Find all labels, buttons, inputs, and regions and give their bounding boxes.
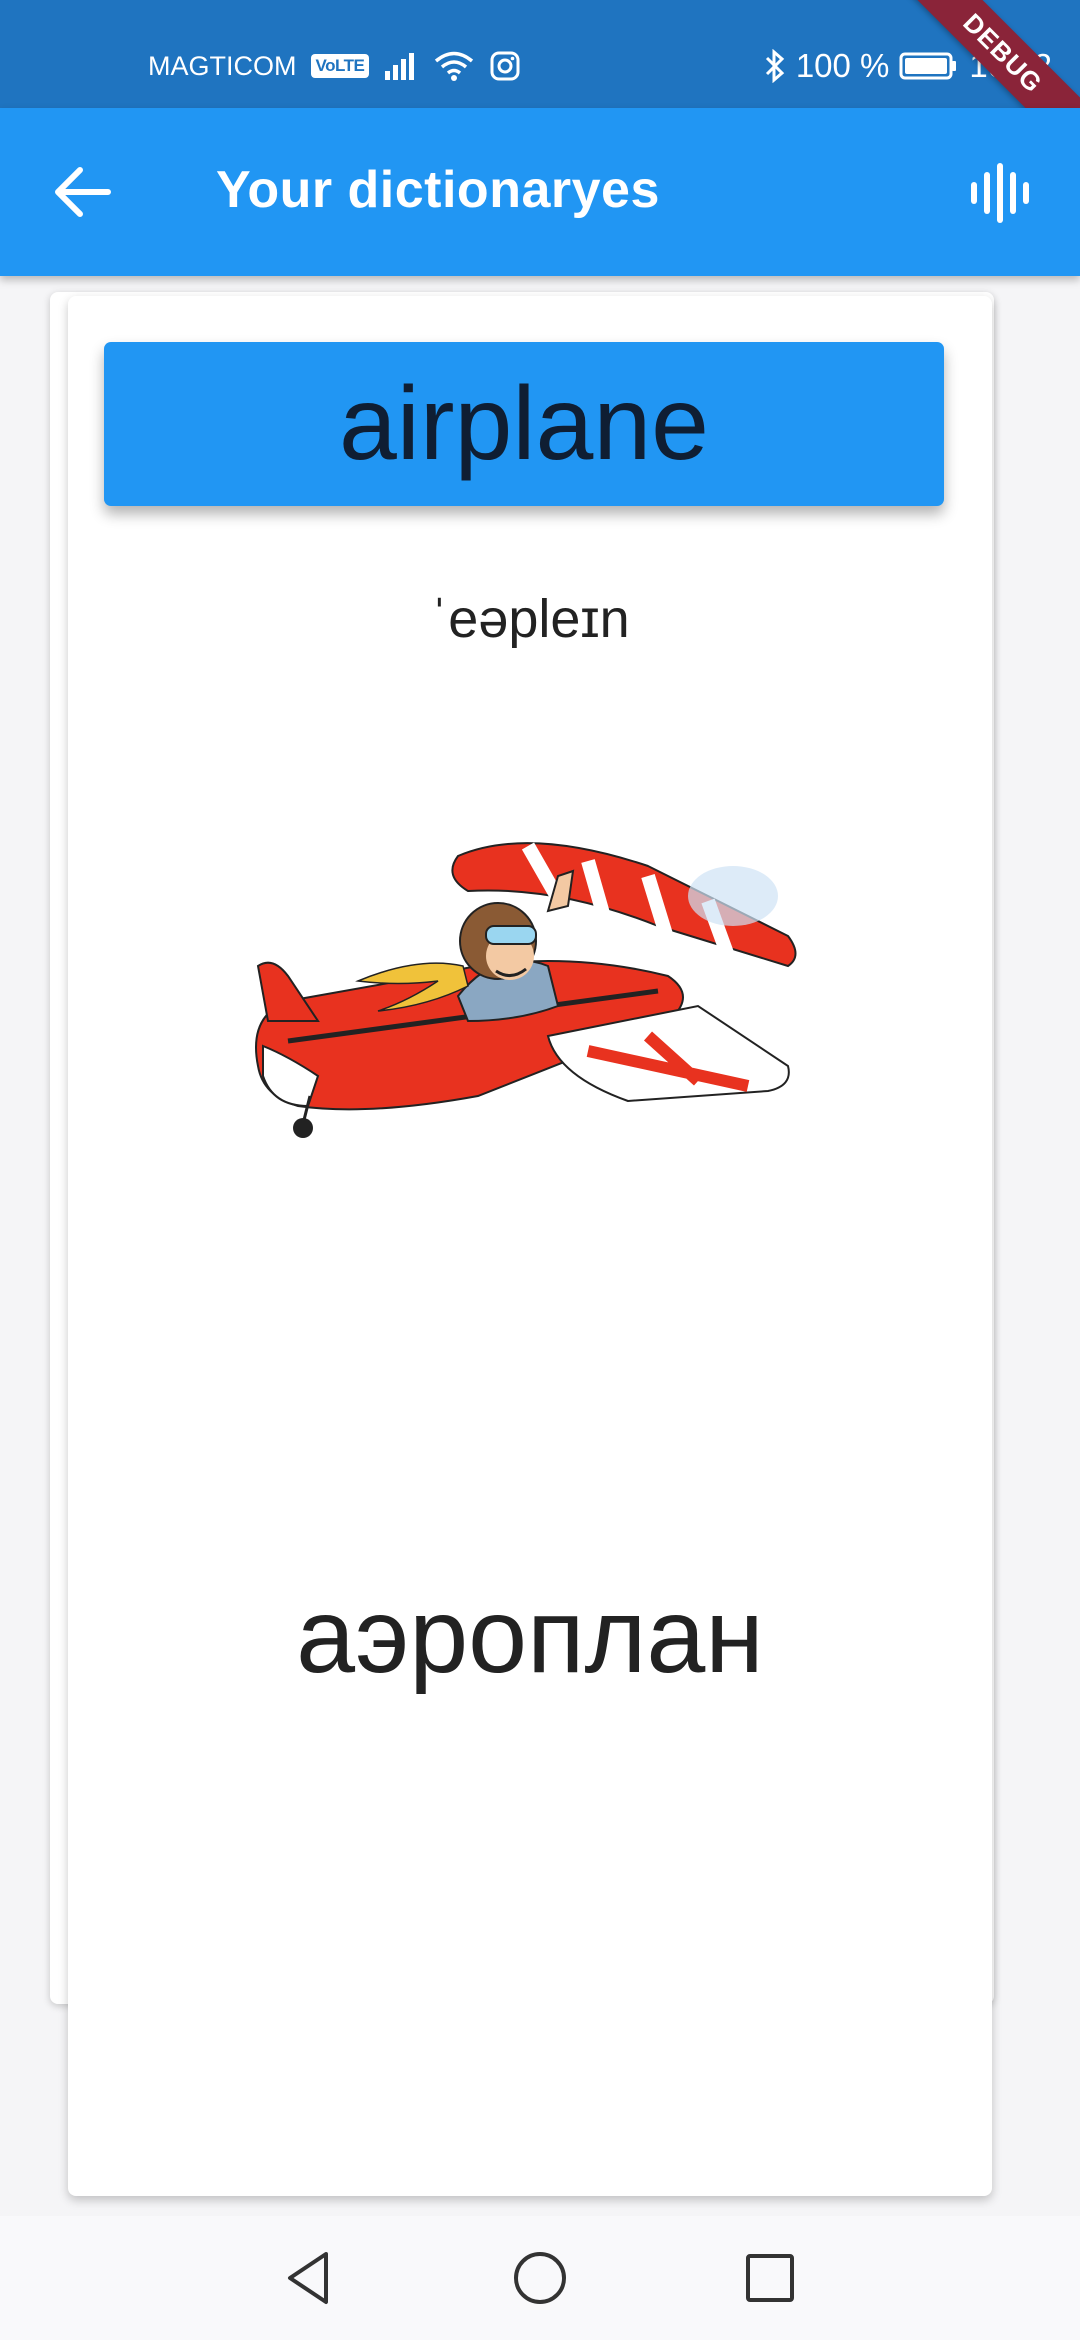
word-card[interactable]: airplane ˈeəpleɪn аэроплан xyxy=(68,296,992,2196)
carrier-name: MAGTICOM xyxy=(148,50,297,81)
translation-text: аэроплан xyxy=(296,1577,764,1695)
airplane-illustration xyxy=(255,842,797,1138)
system-nav-bar xyxy=(0,2216,1080,2340)
battery-percent: 100 % xyxy=(795,47,890,84)
back-triangle-icon[interactable] xyxy=(278,2246,342,2310)
status-left: MAGTICOM VoLTE xyxy=(148,46,521,86)
volte-badge: VoLTE xyxy=(310,54,370,78)
transcription: ˈeəpleɪn xyxy=(430,589,630,649)
battery-icon xyxy=(899,52,957,80)
voice-wave-icon[interactable] xyxy=(968,163,1034,223)
signal-icon xyxy=(385,53,415,80)
word-text: airplane xyxy=(338,365,710,482)
arrow-back-icon[interactable] xyxy=(50,162,120,222)
wifi-icon xyxy=(435,51,474,81)
status-bar: MAGTICOM VoLTE 100 % 10:42 xyxy=(0,0,1080,158)
bluetooth-icon xyxy=(765,49,785,83)
recents-square-icon[interactable] xyxy=(738,2246,802,2310)
home-circle-icon[interactable] xyxy=(508,2246,572,2310)
page-title: Your dictionaryes xyxy=(216,161,660,219)
app-bar: Your dictionaryes xyxy=(0,108,1080,276)
instagram-icon xyxy=(490,51,520,81)
word-banner[interactable]: airplane xyxy=(104,342,944,506)
